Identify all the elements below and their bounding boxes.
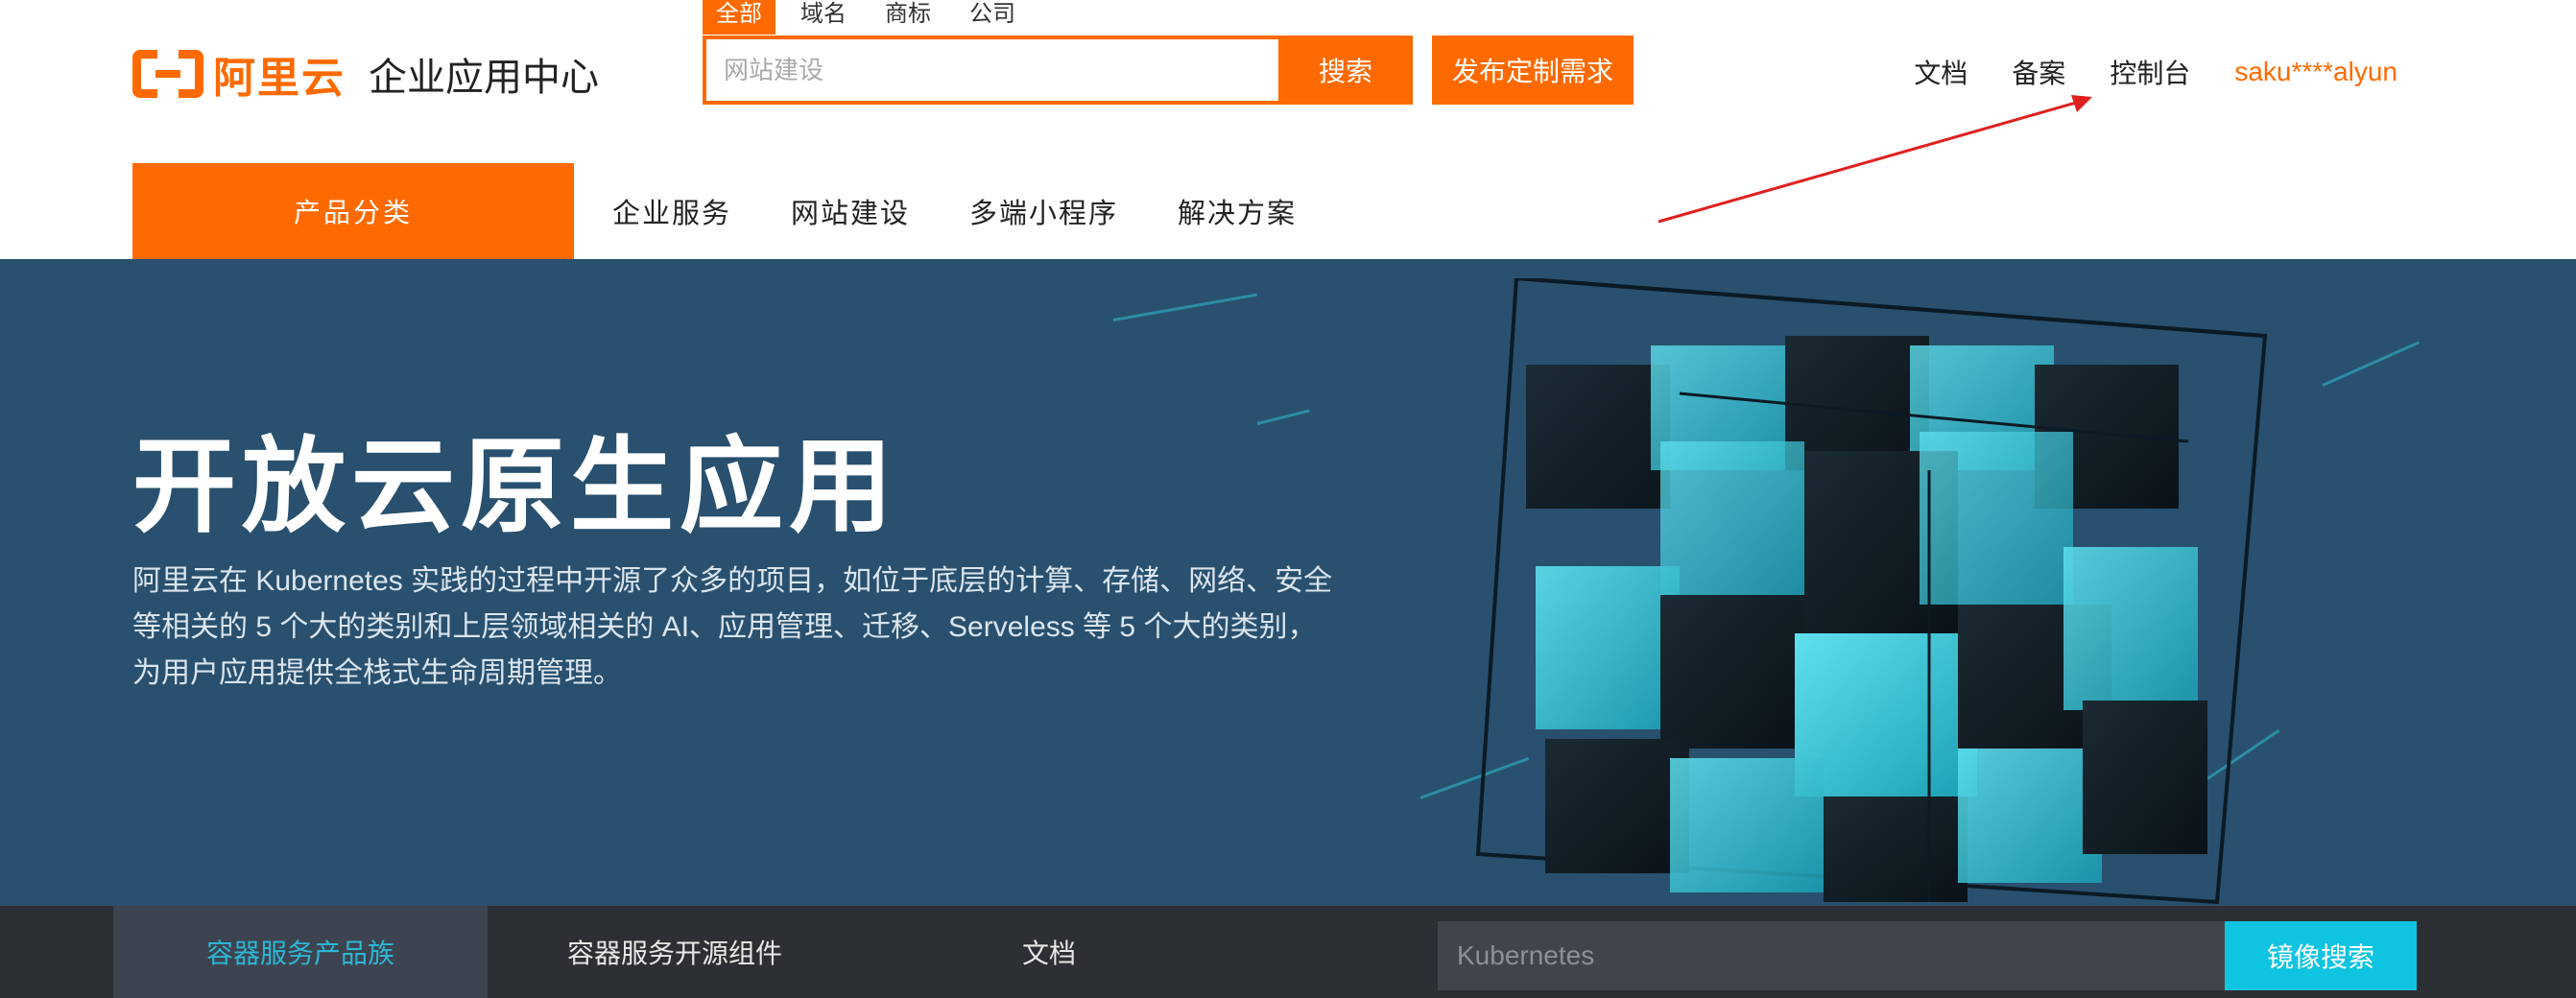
main-nav: 产品分类 企业服务 网站建设 多端小程序 解决方案 [0, 163, 2576, 259]
search-box: 搜索 [703, 36, 1413, 105]
nav-item-enterprise-services[interactable]: 企业服务 [612, 191, 731, 231]
container-service-bar: 容器服务产品族 容器服务开源组件 文档 镜像搜索 [0, 906, 2576, 998]
hero-desc-line: 为用户应用提供全栈式生命周期管理。 [132, 657, 622, 689]
top-links: 文档 备案 控制台 saku****alyun [1870, 48, 2397, 96]
tab-container-products[interactable]: 容器服务产品族 [113, 906, 488, 998]
site-subtitle: 企业应用中心 [369, 57, 599, 99]
aliyun-logo-icon [132, 50, 203, 98]
hero-desc-line: 等相关的 5 个大的类别和上层领域相关的 AI、应用管理、迁移、Serveles… [132, 611, 1317, 643]
search-tab-trademark[interactable]: 商标 [871, 0, 944, 35]
tab-docs[interactable]: 文档 [862, 906, 1236, 998]
search-tab-company[interactable]: 公司 [956, 0, 1029, 35]
decor-streak [1112, 293, 1257, 321]
decor-streak [2322, 341, 2421, 387]
hero-desc-line: 阿里云在 Kubernetes 实践的过程中开源了众多的项目，如位于底层的计算、… [132, 565, 1333, 597]
aliyun-logo[interactable]: 阿里云 企业应用中心 [132, 48, 599, 102]
hero-title: 开放云原生应用 [132, 428, 899, 544]
nav-item-website-building[interactable]: 网站建设 [791, 191, 910, 231]
cloud-native-cube-illustration [1475, 278, 2268, 905]
tab-opensource-components[interactable]: 容器服务开源组件 [488, 906, 862, 998]
search-input[interactable] [706, 39, 1280, 101]
image-search-button[interactable]: 镜像搜索 [2225, 921, 2417, 990]
search-tab-domain[interactable]: 域名 [787, 0, 860, 35]
search-button[interactable]: 搜索 [1278, 36, 1413, 105]
hero-banner: 开放云原生应用 阿里云在 Kubernetes 实践的过程中开源了众多的项目，如… [0, 259, 2576, 906]
search-tab-all[interactable]: 全部 [703, 0, 775, 35]
nav-item-solutions[interactable]: 解决方案 [1178, 191, 1297, 231]
hero-description: 阿里云在 Kubernetes 实践的过程中开源了众多的项目，如位于底层的计算、… [132, 558, 1438, 697]
user-account-link[interactable]: saku****alyun [2234, 57, 2397, 87]
record-link[interactable]: 备案 [2012, 53, 2065, 91]
product-category-button[interactable]: 产品分类 [132, 163, 574, 259]
console-link[interactable]: 控制台 [2110, 53, 2190, 91]
logo-text: 阿里云 [213, 55, 346, 102]
image-search-input[interactable] [1438, 921, 2225, 990]
header: 阿里云 企业应用中心 全部 域名 商标 公司 搜索 发布定制需求 文档 备案 控… [0, 0, 2576, 259]
nav-item-mini-programs[interactable]: 多端小程序 [969, 191, 1118, 231]
publish-request-button[interactable]: 发布定制需求 [1432, 36, 1634, 105]
decor-streak [1256, 409, 1310, 425]
search-scope-tabs: 全部 域名 商标 公司 [703, 0, 1040, 35]
docs-link[interactable]: 文档 [1914, 53, 1968, 91]
